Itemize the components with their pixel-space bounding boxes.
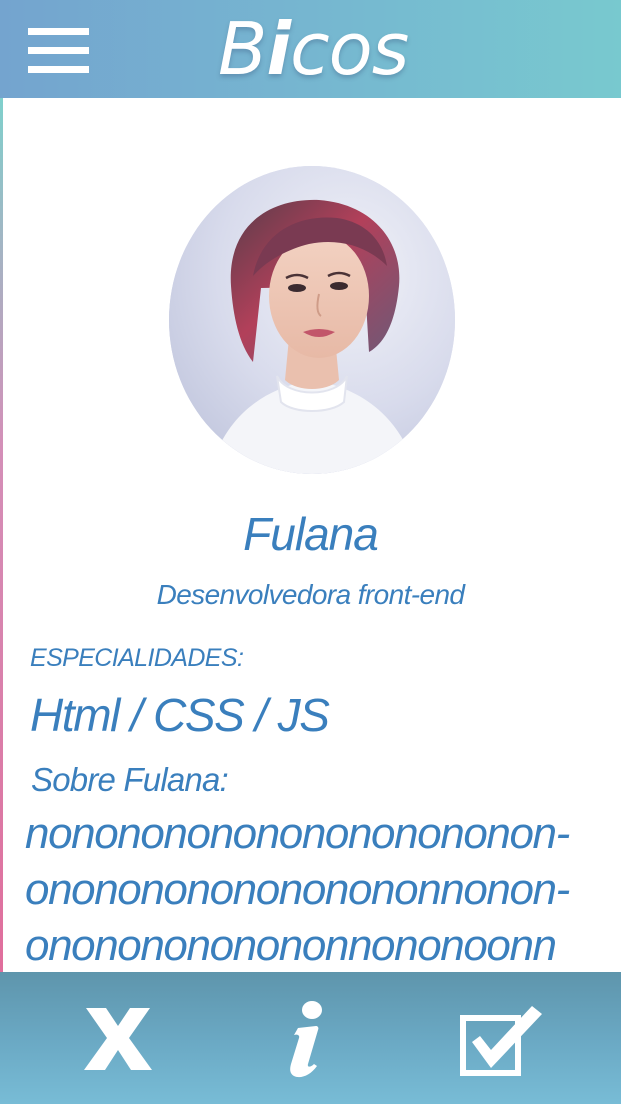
about-line: nononononononononononon- — [25, 809, 570, 858]
specialties-value: Html / CSS / JS — [30, 689, 330, 741]
accept-button[interactable] — [460, 1002, 546, 1080]
about-label: Sobre Fulana: — [31, 761, 229, 798]
info-icon — [290, 1001, 322, 1078]
avatar — [169, 166, 455, 474]
x-icon — [84, 1008, 152, 1070]
app-header: Bicos — [0, 0, 621, 98]
profile-name: Fulana — [243, 508, 379, 560]
profile-role: Desenvolvedora front-end — [156, 579, 465, 610]
menu-button[interactable] — [28, 28, 89, 74]
about-text: nononononononononononon- ononononononono… — [25, 806, 621, 974]
info-button[interactable] — [282, 1000, 330, 1078]
about-line: onononononononononnonon- — [25, 865, 570, 914]
reject-button[interactable] — [84, 1008, 152, 1070]
about-line: onononononononnononoonn — [25, 921, 557, 970]
checkbox-check-icon — [460, 1006, 542, 1076]
action-bar — [0, 972, 621, 1104]
app-logo: Bicos — [218, 7, 409, 91]
specialties-label: ESPECIALIDADES: — [30, 644, 244, 672]
